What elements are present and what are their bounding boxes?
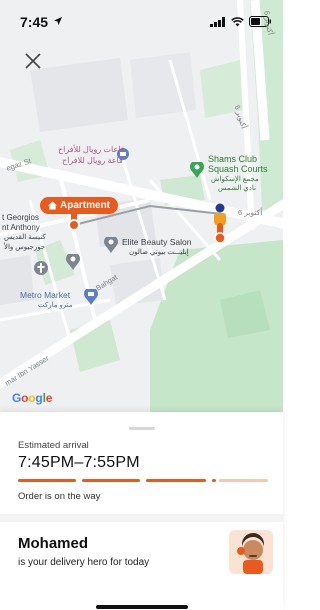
- apartment-location-dot: [68, 219, 80, 231]
- wedding-hall-label-ar: قاعة رويال للافراح: [62, 156, 123, 165]
- close-icon[interactable]: [22, 50, 44, 72]
- place-pin-icon[interactable]: [66, 254, 80, 270]
- delivery-progress: [18, 479, 268, 483]
- sheet-drag-handle[interactable]: [129, 427, 155, 430]
- progress-step-3: [146, 479, 206, 482]
- arrival-window: 7:45PM–7:55PM: [18, 454, 140, 471]
- progress-step-2: [82, 479, 140, 482]
- google-attribution: Google: [12, 391, 53, 405]
- apartment-pin[interactable]: Apartment: [40, 197, 119, 214]
- cross-icon[interactable]: [34, 260, 48, 276]
- rider-avatar: [229, 530, 273, 574]
- elite-salon-label-ar: إيليـــت بيوتي صالون: [129, 249, 189, 256]
- wedding-hall-label: قاعات رويال للأفراح: [58, 145, 125, 154]
- delivery-sheet[interactable]: Estimated arrival 7:45PM–7:55PM Order is…: [0, 412, 283, 610]
- cart-icon[interactable]: [84, 289, 98, 305]
- metro-market-label-ar: مترو ماركت: [38, 302, 73, 309]
- status-time: 7:45: [20, 14, 49, 30]
- arrival-label: Estimated arrival: [18, 440, 89, 451]
- place-pin-icon[interactable]: [190, 162, 204, 178]
- bike-rider-icon[interactable]: [211, 203, 229, 245]
- shams-club-label-ar-2: نادي الشمس: [218, 185, 256, 192]
- road-label: 6 أكتوبر: [238, 208, 263, 217]
- home-indicator[interactable]: [96, 605, 188, 609]
- order-status: Order is on the way: [18, 491, 101, 502]
- status-bar: 7:45: [0, 0, 283, 40]
- metro-market-label: Metro Market: [20, 290, 71, 300]
- place-pin-icon[interactable]: [104, 237, 118, 253]
- progress-step-1: [18, 479, 76, 482]
- shams-club-label: Shams Club: [208, 154, 258, 164]
- home-icon: [48, 201, 57, 210]
- progress-step-4-active: [212, 479, 216, 482]
- church-label: t Georgios: [2, 213, 39, 222]
- map-view[interactable]: 7:45 قاعات رويال للأفراح قاعة رويال للاف…: [0, 0, 283, 412]
- rider-name: Mohamed: [18, 535, 89, 552]
- elite-salon-label: Elite Beauty Salon: [122, 237, 192, 247]
- church-label-ar: كنيسة القديس: [4, 234, 46, 241]
- apartment-pin-label: Apartment: [60, 200, 111, 211]
- wifi-icon: [231, 16, 244, 26]
- church-label-2: nt Anthony: [2, 223, 40, 232]
- section-divider: [0, 514, 283, 522]
- signal-icon: [210, 16, 225, 27]
- rider-subtitle: is your delivery hero for today: [18, 557, 150, 568]
- church-label-ar-2: جورجيوس والأ: [4, 244, 46, 251]
- shams-club-label-2: Squash Courts: [208, 164, 268, 174]
- location-arrow-icon: [54, 17, 62, 25]
- progress-step-4-remaining: [219, 479, 268, 482]
